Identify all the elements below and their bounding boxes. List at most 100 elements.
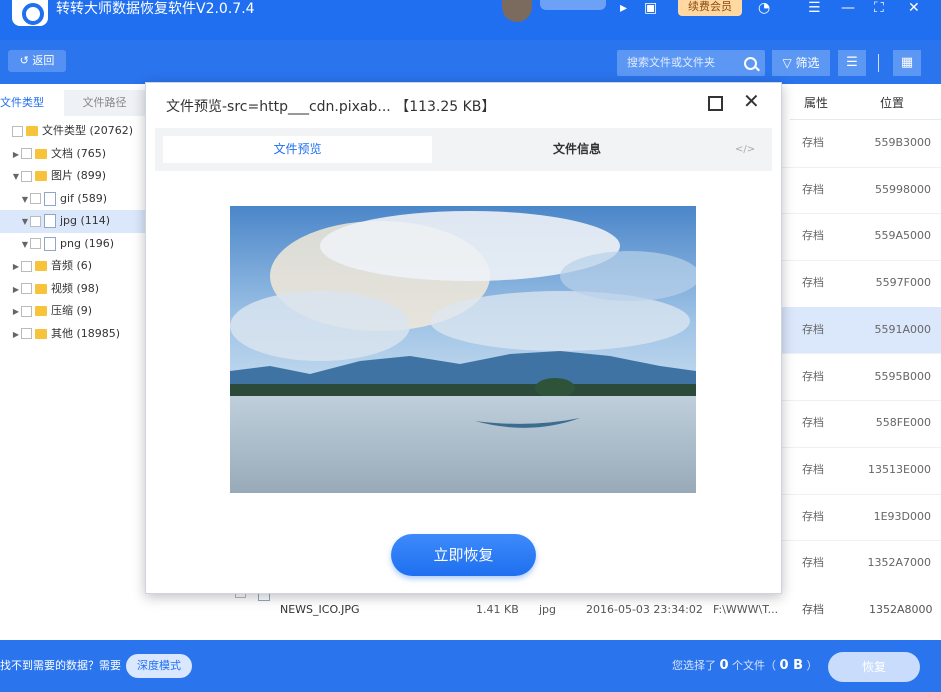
bottom-bar: 找不到需要的数据？需要 深度模式 您选择了 0 个文件（ 0 B ） 恢复 [0,640,941,692]
tree-item[interactable]: ▶ 音频 (6) [0,255,145,278]
row-attr: 存档 [802,276,824,290]
recover-now-button[interactable]: 立即恢复 [391,534,536,576]
close-icon[interactable]: ✕ [743,91,760,111]
file-attr: 存档 [802,603,824,616]
row-attr: 存档 [802,416,824,430]
minimize-icon[interactable]: — [841,0,855,16]
tree-item[interactable]: ▼ gif (589) [0,188,145,211]
row-attr: 存档 [802,322,824,336]
tree-checkbox[interactable] [21,260,32,272]
tree-checkbox[interactable] [21,305,32,317]
tree-item[interactable]: ▼ png (196) [0,233,145,256]
file-position: 1352A8000 [869,603,933,616]
image-file-icon [44,236,56,251]
vip-renew-button[interactable]: 续费会员 [678,0,742,16]
tree-item[interactable]: ▶ 其他 (18985) [0,323,145,346]
row-position: 5597F000 [875,276,931,290]
tree-toggle-icon[interactable]: ▶ [11,279,21,302]
search-placeholder: 搜索文件或文件夹 [627,56,715,69]
folder-icon [35,306,47,316]
tree-item[interactable]: ▶ 压缩 (9) [0,300,145,323]
tree-checkbox[interactable] [21,148,32,159]
header-attr[interactable]: 属性 [804,88,828,119]
app-logo-icon [12,0,48,26]
tree-label: 图片 (899) [51,169,107,182]
maximize-icon[interactable] [708,96,723,111]
monitor-icon[interactable]: ▣ [644,0,657,16]
tree-checkbox[interactable] [30,238,41,249]
not-found-hint: 找不到需要的数据？需要 [0,659,121,672]
back-button[interactable]: ↺ 返回 [8,50,66,72]
grid-view-icon[interactable]: ▦ [893,50,921,76]
table-row[interactable]: 存档 5595B000 [778,354,941,402]
back-arrow-icon: ↺ [19,54,33,67]
table-row[interactable]: 存档 559B3000 [778,120,941,168]
left-tabs: 文件类型 文件路径 [0,90,145,116]
row-position: 558FE000 [875,416,931,430]
table-row[interactable]: 存档 558FE000 [778,400,941,448]
recover-button[interactable]: 恢复 [828,652,920,682]
row-position: 1E93D000 [873,509,931,523]
tree-toggle-icon[interactable]: ▶ [11,324,21,347]
search-input[interactable]: 搜索文件或文件夹 [617,50,765,76]
tree-toggle-icon[interactable]: ▼ [20,211,30,234]
support-icon[interactable]: ◔ [758,0,770,16]
tree-toggle-icon[interactable]: ▶ [11,144,21,167]
caret-down-icon[interactable]: ▸ [620,0,627,16]
fullscreen-icon[interactable]: ⛶ [874,0,884,16]
user-name-pill[interactable] [540,0,606,10]
header-position[interactable]: 位置 [880,88,904,119]
table-row[interactable]: 存档 1E93D000 [778,494,941,542]
code-icon[interactable]: </> [735,136,755,163]
tree-checkbox[interactable] [12,125,23,137]
tab-file-path[interactable]: 文件路径 [64,90,145,116]
selection-summary: 您选择了 0 个文件（ 0 B ） [672,658,818,673]
row-position: 13513E000 [868,462,931,476]
tree-toggle-icon[interactable]: ▶ [11,301,21,324]
tree-toggle-icon[interactable]: ▼ [11,166,21,189]
tree-checkbox[interactable] [21,283,32,294]
tree-item[interactable]: ▼ 图片 (899) [0,165,145,188]
funnel-icon: ▽ [782,56,796,70]
tree-item[interactable]: 文件类型 (20762) [0,120,145,143]
file-type-tree: 文件类型 (20762) ▶ 文档 (765) ▼ 图片 (899) ▼ gif (589)… [0,120,145,345]
table-row[interactable]: 存档 5591A000 [778,306,941,355]
table-row[interactable]: 存档 55998000 [778,167,941,215]
avatar[interactable] [502,0,532,22]
table-row[interactable]: 存档 1352A7000 [778,540,941,588]
row-position: 559A5000 [874,229,931,243]
menu-icon[interactable]: ☰ [808,0,821,16]
folder-icon [26,126,38,136]
app-title: 转转大师数据恢复软件V2.0.7.4 [56,1,255,17]
filter-button[interactable]: ▽ 筛选 [772,50,830,76]
tree-item[interactable]: ▼ jpg (114) [0,210,145,233]
table-row[interactable]: 存档 13513E000 [778,447,941,495]
tree-checkbox[interactable] [30,193,41,204]
tree-toggle-icon[interactable]: ▼ [20,189,30,212]
tab-file-preview[interactable]: 文件预览 [163,136,432,163]
tree-label: jpg (114) [60,214,111,227]
search-icon[interactable] [744,57,757,70]
close-window-icon[interactable]: ✕ [908,0,920,16]
tree-label: 音频 (6) [51,259,93,272]
tab-file-info[interactable]: 文件信息 [432,136,722,163]
row-attr: 存档 [802,182,824,196]
tree-item[interactable]: ▶ 文档 (765) [0,143,145,166]
tree-checkbox[interactable] [21,328,32,339]
tab-file-type[interactable]: 文件类型 [0,90,64,116]
left-panel: 文件类型 文件路径 文件类型 (20762) ▶ 文档 (765) ▼ 图片 (899)… [0,84,145,640]
folder-icon [35,283,47,294]
tree-checkbox[interactable] [21,170,32,182]
tree-checkbox[interactable] [30,215,41,227]
table-header: 属性 位置 [790,88,941,120]
tree-toggle-icon[interactable]: ▶ [11,256,21,279]
list-search-icon[interactable]: ☰ [838,50,866,76]
tree-item[interactable]: ▶ 视频 (98) [0,278,145,301]
table-row[interactable]: 存档 559A5000 [778,213,941,262]
file-preview-dialog: 文件预览-src=http___cdn.pixab... 【113.25 KB】… [145,82,782,594]
row-attr: 存档 [802,509,824,523]
tree-toggle-icon[interactable]: ▼ [20,234,30,257]
row-position: 55998000 [875,182,931,196]
deep-mode-button[interactable]: 深度模式 [126,654,192,678]
table-row[interactable]: 存档 5597F000 [778,260,941,308]
